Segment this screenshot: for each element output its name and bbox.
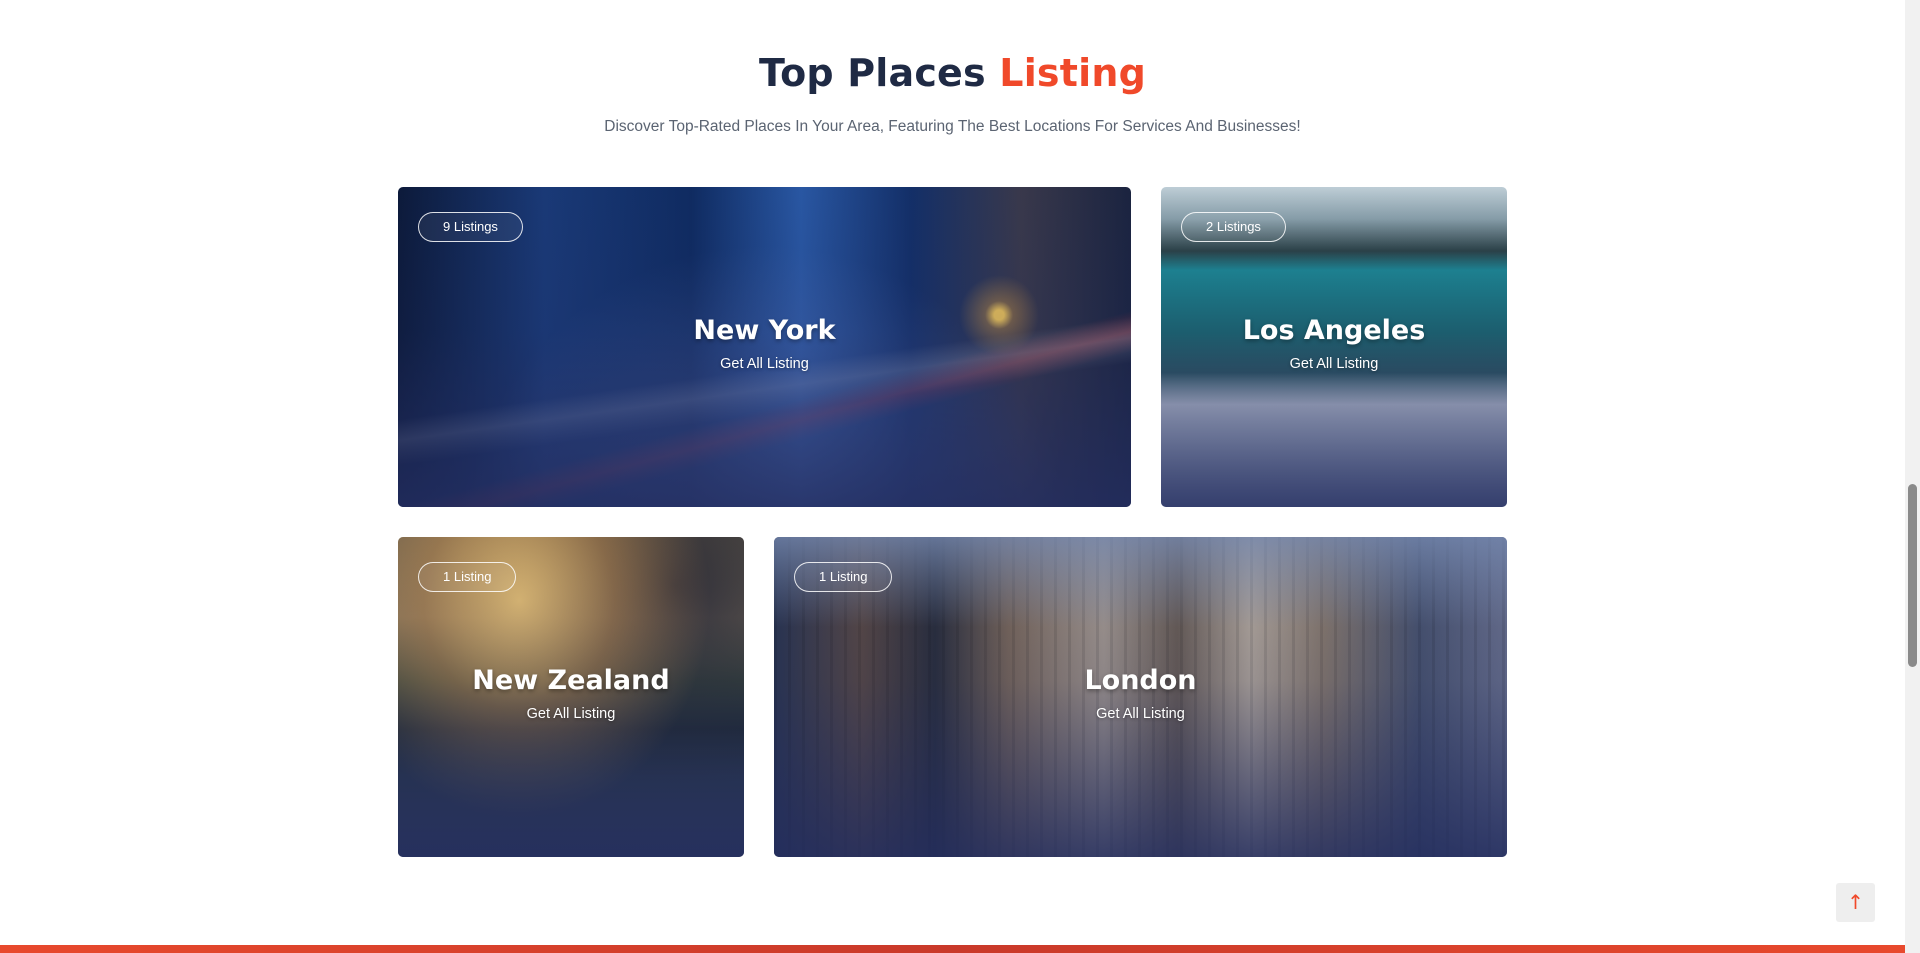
top-places-header: Top Places Listing Discover Top-Rated Pl… xyxy=(0,44,1905,136)
place-name: Los Angeles xyxy=(1242,315,1426,346)
page-scrollbar[interactable] xyxy=(1905,0,1920,953)
get-all-listing-link[interactable]: Get All Listing xyxy=(1161,356,1507,372)
place-card-london[interactable]: 1 Listing London Get All Listing xyxy=(774,537,1507,857)
scrollbar-thumb[interactable] xyxy=(1908,484,1917,667)
section-title: Top Places Listing xyxy=(0,44,1905,102)
get-all-listing-link[interactable]: Get All Listing xyxy=(398,356,1131,372)
section-subtitle: Discover Top-Rated Places In Your Area, … xyxy=(604,118,1301,135)
section-title-accent: Listing xyxy=(999,51,1146,95)
get-all-listing-link[interactable]: Get All Listing xyxy=(398,706,744,722)
place-name: New Zealand xyxy=(472,665,670,696)
place-card-new-zealand[interactable]: 1 Listing New Zealand Get All Listing xyxy=(398,537,744,857)
section-title-main: Top Places xyxy=(759,51,986,95)
scroll-to-top-button[interactable]: ↑ xyxy=(1836,883,1875,922)
place-card-new-york[interactable]: 9 Listings New York Get All Listing xyxy=(398,187,1131,507)
arrow-up-icon: ↑ xyxy=(1847,890,1864,914)
place-name: London xyxy=(1084,665,1197,696)
listing-count-badge: 9 Listings xyxy=(418,212,523,242)
place-card-los-angeles[interactable]: 2 Listings Los Angeles Get All Listing xyxy=(1161,187,1507,507)
listing-count-badge: 2 Listings xyxy=(1181,212,1286,242)
place-name: New York xyxy=(693,315,836,346)
listing-count-badge: 1 Listing xyxy=(418,562,517,592)
footer-top-edge xyxy=(0,945,1905,953)
listing-count-badge: 1 Listing xyxy=(794,562,893,592)
get-all-listing-link[interactable]: Get All Listing xyxy=(774,706,1507,722)
